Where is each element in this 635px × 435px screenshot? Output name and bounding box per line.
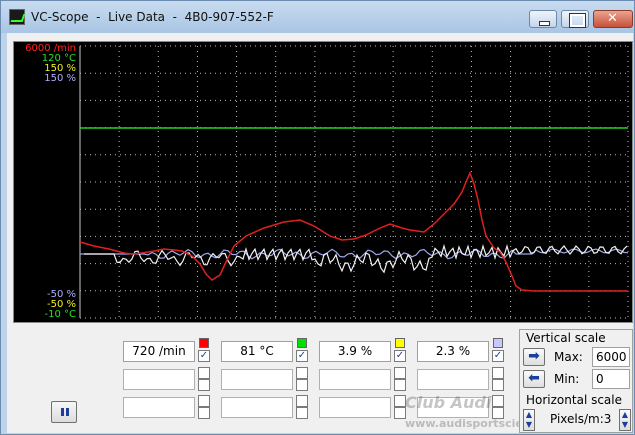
max-label: Max: [554, 350, 583, 364]
max-input[interactable]: 6000 [592, 347, 630, 367]
channel-9-checkbox[interactable] [198, 407, 210, 419]
scope-top-label: 150 % [44, 73, 76, 84]
channel-9-value [123, 397, 195, 418]
horizontal-scale-value: Pixels/m:3 [550, 412, 612, 426]
channel-10-checkbox[interactable] [296, 407, 308, 419]
arrow-left-icon: ⬅ [528, 370, 540, 386]
channel-8-color-box [492, 367, 504, 379]
channel-5-value [123, 369, 195, 390]
channel-6-color-box [296, 367, 308, 379]
scope-bottom-label: -10 °C [44, 309, 77, 320]
channel-11-value [319, 397, 391, 418]
scope-grid [79, 45, 629, 319]
horizontal-scale-spin-right[interactable]: ▲ ▼ [619, 409, 631, 431]
min-label: Min: [554, 372, 580, 386]
channel-2-value: 81 °C [221, 341, 293, 362]
scope-plot [79, 45, 629, 319]
channel-1-color [199, 338, 209, 348]
watermark-title: Club Audi [405, 393, 492, 412]
channel-10-value [221, 397, 293, 418]
channel-7-value [319, 369, 391, 390]
channel-4-checkbox[interactable] [492, 350, 504, 362]
channel-4-color [493, 338, 503, 348]
horizontal-scale-title: Horizontal scale [526, 393, 623, 407]
channel-7-color-box [394, 367, 406, 379]
horizontal-scale-spin[interactable]: ▲ ▼ [523, 409, 535, 431]
channel-9-color-box [198, 395, 210, 407]
arrow-right-icon: ➡ [528, 348, 540, 364]
window-title: VC-Scope - Live Data - 4B0-907-552-F [31, 10, 274, 24]
channel-3-checkbox[interactable] [394, 350, 406, 362]
channel-6-checkbox[interactable] [296, 379, 308, 391]
pause-button[interactable] [51, 401, 77, 423]
channel-12-color-box [492, 395, 504, 407]
scope-screen: 6000 /min 120 °C 150 % 150 % -50 % -50 % -10 … [13, 41, 633, 323]
channel-2-checkbox[interactable] [296, 350, 308, 362]
scale-panel: Vertical scale ➡ Max: 6000 ⬅ Min: 0 Hori… [519, 329, 633, 433]
channel-3-color [395, 338, 405, 348]
vertical-scale-title: Vertical scale [526, 331, 606, 345]
vertical-min-decrease-button[interactable]: ⬅ [523, 370, 545, 388]
channel-3-value: 3.9 % [319, 341, 391, 362]
channel-8-checkbox[interactable] [492, 379, 504, 391]
channel-4-value: 2.3 % [417, 341, 489, 362]
title-bar[interactable]: VC-Scope - Live Data - 4B0-907-552-F [1, 1, 634, 33]
channel-5-checkbox[interactable] [198, 379, 210, 391]
client-area: 6000 /min 120 °C 150 % 150 % -50 % -50 % -10 … [7, 33, 633, 433]
channel-1-checkbox[interactable] [198, 350, 210, 362]
maximize-button[interactable] [561, 10, 589, 28]
main-window: VC-Scope - Live Data - 4B0-907-552-F 600… [0, 0, 635, 435]
channel-6-value [221, 369, 293, 390]
vertical-max-increase-button[interactable]: ➡ [523, 348, 545, 366]
channel-2-color [297, 338, 307, 348]
channel-1-value: 720 /min [123, 341, 195, 362]
channel-8-value [417, 369, 489, 390]
close-button[interactable] [593, 10, 633, 28]
channel-5-color-box [198, 367, 210, 379]
minimize-button[interactable] [529, 10, 557, 28]
trace-channel-3 [84, 243, 628, 274]
app-icon [9, 9, 25, 25]
channel-10-color-box [296, 395, 308, 407]
min-input[interactable]: 0 [592, 369, 630, 389]
channel-7-checkbox[interactable] [394, 379, 406, 391]
